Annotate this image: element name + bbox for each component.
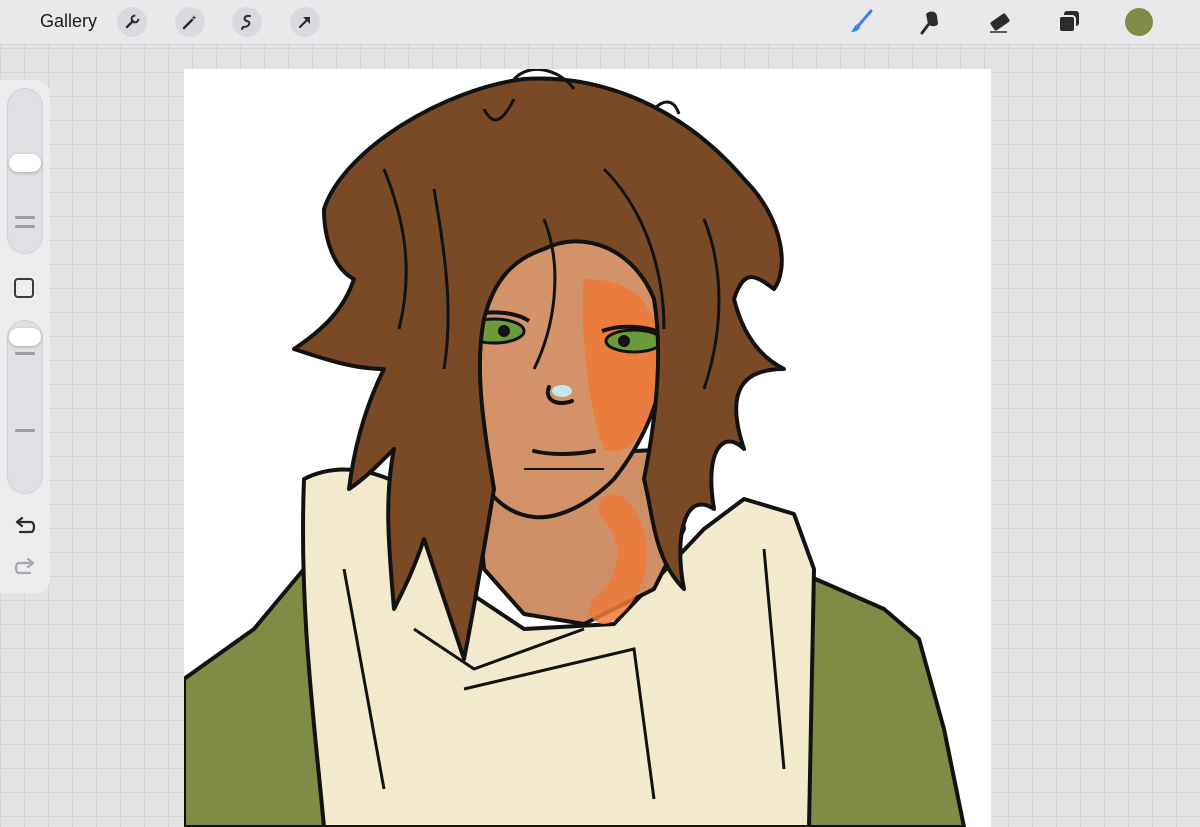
- slider-tick: [15, 216, 35, 219]
- top-toolbar: Gallery: [0, 0, 1200, 45]
- transform-arrow-icon[interactable]: [290, 7, 320, 37]
- artwork-illustration: [184, 69, 966, 827]
- opacity-slider[interactable]: [7, 320, 43, 494]
- slider-tick: [15, 429, 35, 432]
- eraser-icon[interactable]: [985, 8, 1013, 36]
- undo-icon[interactable]: [12, 516, 38, 538]
- wrench-icon[interactable]: [117, 7, 147, 37]
- magic-wand-icon[interactable]: [175, 7, 205, 37]
- redo-icon[interactable]: [12, 557, 38, 579]
- modify-button[interactable]: [14, 278, 34, 298]
- brush-size-slider[interactable]: [7, 88, 43, 254]
- opacity-thumb[interactable]: [9, 328, 41, 346]
- left-sidebar: [0, 80, 50, 593]
- gallery-button[interactable]: Gallery: [40, 11, 97, 32]
- drawing-canvas[interactable]: [184, 69, 991, 827]
- slider-tick: [15, 352, 35, 355]
- brush-icon[interactable]: [847, 8, 875, 36]
- layers-icon[interactable]: [1055, 8, 1083, 36]
- smudge-icon[interactable]: [916, 8, 944, 36]
- selection-icon[interactable]: [232, 7, 262, 37]
- brush-size-thumb[interactable]: [9, 154, 41, 172]
- current-color-swatch[interactable]: [1125, 8, 1153, 36]
- slider-tick: [15, 225, 35, 228]
